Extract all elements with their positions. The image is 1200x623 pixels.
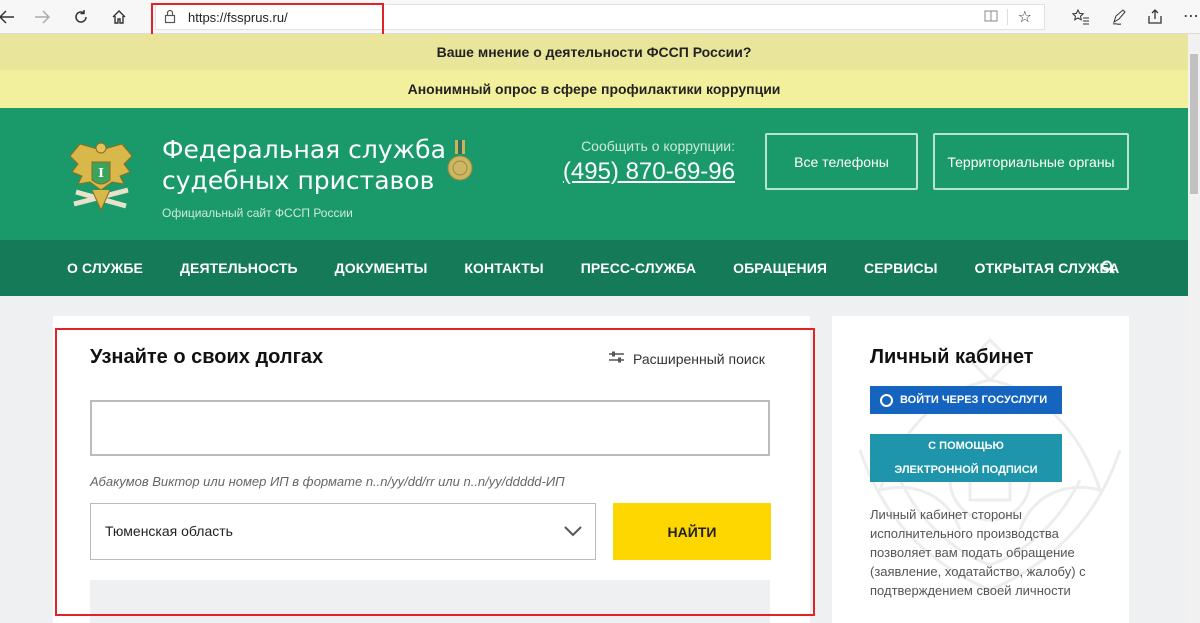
site-title-line2: судебных приставов <box>162 166 435 195</box>
personal-cabinet-title: Личный кабинет <box>870 346 1034 368</box>
more-icon[interactable]: ⋯ <box>1180 6 1200 28</box>
site-title[interactable]: Федеральная служба судебных приставов <box>162 134 446 196</box>
signature-label-line2: ЭЛЕКТРОННОЙ ПОДПИСИ <box>894 464 1038 476</box>
site-header: I Федеральная служба судебных приставов … <box>0 108 1188 240</box>
pen-icon[interactable] <box>1108 6 1130 28</box>
corruption-phone-link[interactable]: (495) 870-69-96 <box>563 158 735 186</box>
nav-item-services[interactable]: СЕРВИСЫ <box>864 260 937 276</box>
share-icon[interactable] <box>1144 6 1166 28</box>
nav-item-documents[interactable]: ДОКУМЕНТЫ <box>335 260 428 276</box>
signature-label-line1: С ПОМОЩЬЮ <box>928 440 1004 452</box>
nav-item-contacts[interactable]: КОНТАКТЫ <box>464 260 543 276</box>
fssp-emblem-icon[interactable]: I <box>66 138 136 214</box>
medal-icon <box>447 140 473 181</box>
territorial-bodies-button[interactable]: Территориальные органы <box>933 133 1129 190</box>
favorites-list-icon[interactable] <box>1070 6 1092 28</box>
search-card-highlight <box>55 328 815 616</box>
back-icon[interactable] <box>0 6 18 28</box>
digital-signature-button[interactable]: С ПОМОЩЬЮ ЭЛЕКТРОННОЙ ПОДПИСИ <box>870 434 1062 482</box>
personal-cabinet-description: Личный кабинет стороны исполнительного п… <box>870 507 1086 598</box>
nav-item-appeals[interactable]: ОБРАЩЕНИЯ <box>733 260 827 276</box>
survey-banner[interactable]: Анонимный опрос в сфере профилактики кор… <box>0 70 1188 108</box>
nav-item-about[interactable]: О СЛУЖБЕ <box>67 260 143 276</box>
all-phones-button[interactable]: Все телефоны <box>765 133 918 190</box>
site-title-line1: Федеральная служба <box>162 135 446 164</box>
reader-icon[interactable] <box>984 9 998 26</box>
main-nav: О СЛУЖБЕ ДЕЯТЕЛЬНОСТЬ ДОКУМЕНТЫ КОНТАКТЫ… <box>0 240 1188 296</box>
nav-item-press[interactable]: ПРЕСС-СЛУЖБА <box>581 260 696 276</box>
corruption-label: Сообщить о коррупции: <box>581 138 735 154</box>
favorite-icon[interactable]: ☆ <box>1018 7 1032 27</box>
site-subtitle: Официальный сайт ФССП России <box>162 206 353 220</box>
page-scrollbar[interactable] <box>1188 34 1200 623</box>
nav-item-open-service[interactable]: ОТКРЫТАЯ СЛУЖБА <box>975 260 1120 276</box>
home-icon[interactable] <box>108 6 130 28</box>
gosuslugi-icon <box>880 393 893 407</box>
nav-item-activity[interactable]: ДЕЯТЕЛЬНОСТЬ <box>180 260 298 276</box>
svg-text:I: I <box>98 166 104 180</box>
opinion-banner[interactable]: Ваше мнение о деятельности ФССП России? <box>0 34 1188 70</box>
gosuslugi-login-button[interactable]: ВОЙТИ ЧЕРЕЗ ГОСУСЛУГИ <box>870 386 1062 414</box>
gosuslugi-label: ВОЙТИ ЧЕРЕЗ ГОСУСЛУГИ <box>900 394 1048 406</box>
forward-icon[interactable] <box>31 6 53 28</box>
address-separator <box>1007 9 1008 25</box>
refresh-icon[interactable] <box>70 6 92 28</box>
scrollbar-thumb[interactable] <box>1190 54 1198 194</box>
search-icon[interactable] <box>1101 260 1115 279</box>
